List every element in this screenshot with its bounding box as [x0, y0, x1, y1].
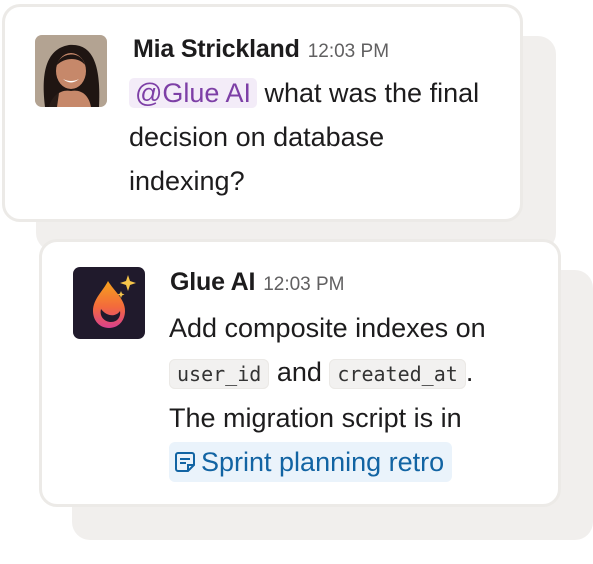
- message-body: @Glue AI what was the final decision on …: [129, 71, 499, 203]
- doc-link[interactable]: Sprint planning retro: [169, 442, 453, 482]
- message-header: Mia Strickland 12:03 PM: [133, 35, 389, 64]
- code-snippet: created_at: [329, 359, 466, 389]
- sender-name[interactable]: Mia Strickland: [133, 35, 300, 63]
- mention-chip[interactable]: @Glue AI: [129, 78, 257, 108]
- timestamp[interactable]: 12:03 PM: [263, 274, 344, 295]
- document-icon: [175, 452, 195, 472]
- message-text: and: [276, 357, 322, 387]
- timestamp[interactable]: 12:03 PM: [308, 41, 389, 62]
- sender-name[interactable]: Glue AI: [170, 268, 255, 296]
- message-text: Add composite indexes on: [169, 313, 486, 343]
- code-snippet: user_id: [169, 359, 270, 389]
- message-text: .: [465, 357, 474, 387]
- message-text: The migration script is in: [169, 403, 462, 433]
- message-header: Glue AI 12:03 PM: [170, 268, 345, 297]
- avatar-glue-ai[interactable]: [73, 267, 145, 339]
- doc-link-label: Sprint planning retro: [201, 447, 445, 477]
- message-body: Add composite indexes on user_id and cre…: [169, 306, 549, 484]
- glue-drop-sparkle-icon: [93, 275, 136, 328]
- message-card-question[interactable]: Mia Strickland 12:03 PM @Glue AI what was…: [2, 4, 523, 222]
- message-card-answer[interactable]: Glue AI 12:03 PM Add composite indexes on…: [39, 239, 561, 507]
- avatar-photo: [35, 35, 107, 107]
- avatar-mia[interactable]: [35, 35, 107, 107]
